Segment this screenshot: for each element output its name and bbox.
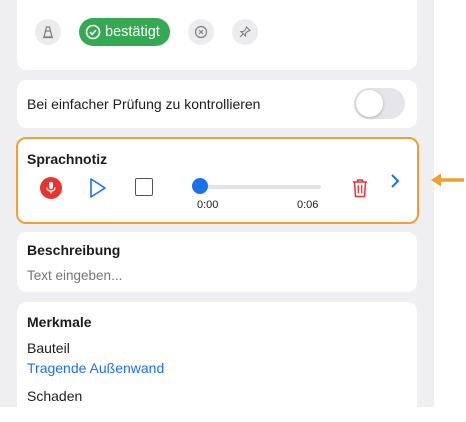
close-circle-icon[interactable] <box>187 19 214 45</box>
time-total: 0:06 <box>297 199 319 211</box>
trash-icon[interactable] <box>350 177 370 199</box>
feature-label-damage: Schaden <box>27 388 83 404</box>
arrow-left-icon <box>431 173 464 187</box>
check-card: Bei einfacher Prüfung zu kontrollieren <box>17 80 417 128</box>
play-icon[interactable] <box>88 177 108 199</box>
description-card: Beschreibung <box>17 232 417 292</box>
record-button[interactable] <box>40 177 62 199</box>
playback-track[interactable] <box>201 185 321 189</box>
description-input[interactable] <box>27 268 397 283</box>
voice-note-card: Sprachnotiz 0:00 0:06 <box>16 137 419 224</box>
cone-icon[interactable] <box>35 19 61 45</box>
confirmed-status-button[interactable]: bestätigt <box>79 18 170 46</box>
time-current: 0:00 <box>197 199 219 211</box>
feature-value-component[interactable]: Tragende Außenwand <box>27 360 164 376</box>
feature-label-component: Bauteil <box>27 340 70 356</box>
microphone-icon <box>46 182 56 194</box>
confirmed-status-label: bestätigt <box>105 24 160 40</box>
features-card: Merkmale Bauteil Tragende Außenwand Scha… <box>17 302 417 422</box>
features-title: Merkmale <box>27 314 92 330</box>
chevron-right-icon[interactable] <box>389 173 401 189</box>
form-panel: bestätigt Bei einfacher Prüfung zu kontr… <box>0 0 434 422</box>
simple-check-toggle[interactable] <box>354 88 405 119</box>
playback-thumb[interactable] <box>192 178 208 194</box>
status-card: bestätigt <box>17 0 417 70</box>
simple-check-label: Bei einfacher Prüfung zu kontrollieren <box>27 96 261 112</box>
stop-button[interactable] <box>135 178 153 196</box>
description-title: Beschreibung <box>27 242 121 258</box>
check-circle-icon <box>85 24 101 40</box>
toggle-knob <box>356 90 383 117</box>
pin-icon[interactable] <box>231 19 258 45</box>
voice-note-title: Sprachnotiz <box>27 151 108 167</box>
status-row: bestätigt <box>35 18 258 46</box>
